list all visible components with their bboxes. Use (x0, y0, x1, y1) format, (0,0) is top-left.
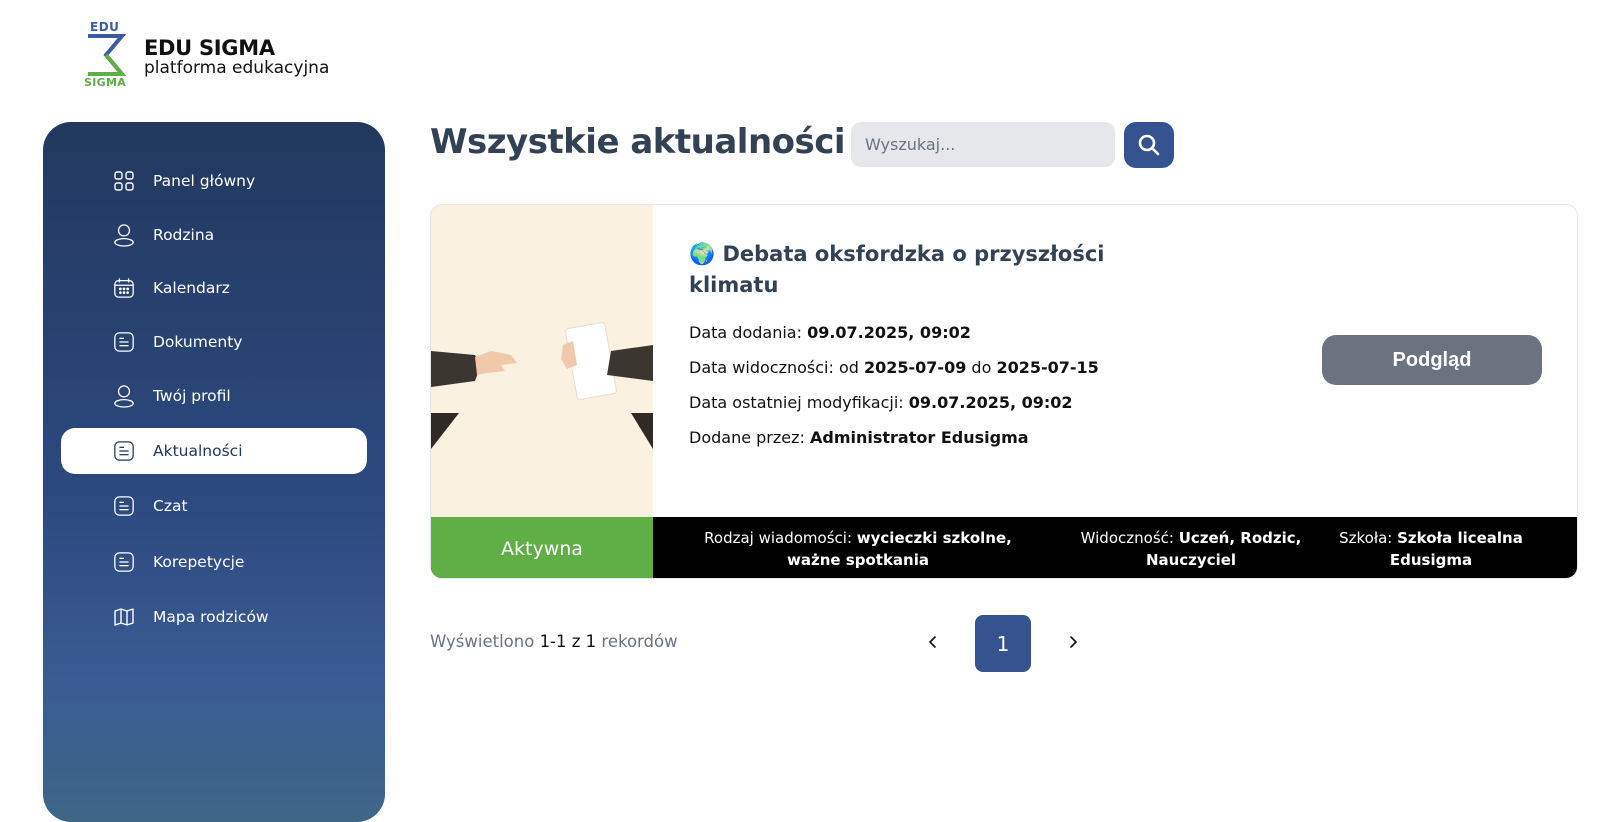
sidebar: Panel główny Rodzina Kalendarz Dokumenty… (43, 122, 385, 822)
sidebar-item-label: Twój profil (153, 387, 231, 405)
news-image (431, 205, 653, 517)
sidebar-item-kalendarz[interactable]: Kalendarz (61, 265, 367, 311)
sidebar-item-label: Korepetycje (153, 553, 245, 571)
preview-button[interactable]: Podgląd (1322, 335, 1542, 385)
sidebar-item-label: Aktualności (153, 442, 243, 460)
news-visibility: Widoczność: Uczeń, Rodzic, Nauczyciel (1080, 528, 1302, 569)
sidebar-item-label: Dokumenty (153, 333, 243, 351)
logo-mark-bottom: SIGMA (84, 76, 127, 89)
brand-logo[interactable]: EDU SIGMA EDU SIGMA platforma edukacyjna (84, 18, 329, 92)
search-input[interactable] (851, 122, 1115, 167)
chevron-right-icon (1070, 636, 1078, 648)
document-icon (113, 439, 135, 463)
document-icon (113, 550, 135, 574)
chevron-left-icon (928, 636, 936, 648)
sidebar-item-panel-glowny[interactable]: Panel główny (61, 158, 367, 204)
brand-title: EDU SIGMA (144, 36, 275, 60)
sidebar-item-label: Panel główny (153, 172, 256, 190)
news-visibility-dates: Data widoczności: od 2025-07-09 do 2025-… (689, 358, 1099, 377)
document-icon (113, 330, 135, 354)
news-school: Szkoła: Szkoła licealna Edusigma (1339, 528, 1523, 569)
sigma-logo-icon: EDU SIGMA (84, 18, 128, 92)
calendar-icon (113, 276, 135, 300)
news-card: 🌍 Debata oksfordzka o przyszłości klimat… (430, 204, 1578, 579)
sidebar-item-label: Kalendarz (153, 279, 230, 297)
news-footer: Aktywna Rodzaj wiadomości: wycieczki szk… (431, 517, 1577, 578)
sidebar-item-czat[interactable]: Czat (61, 483, 367, 529)
sidebar-item-korepetycje[interactable]: Korepetycje (61, 539, 367, 585)
user-icon (113, 384, 135, 408)
news-added-date: Data dodania: 09.07.2025, 09:02 (689, 323, 971, 342)
next-page-button[interactable] (1063, 632, 1083, 652)
records-summary: Wyświetlono 1-1 z 1 rekordów (430, 632, 678, 651)
brand-subtitle: platforma edukacyjna (144, 58, 330, 78)
previous-page-button[interactable] (923, 632, 943, 652)
map-icon (113, 605, 135, 629)
news-title[interactable]: 🌍 Debata oksfordzka o przyszłości klimat… (689, 239, 1129, 301)
sidebar-item-dokumenty[interactable]: Dokumenty (61, 319, 367, 365)
news-type: Rodzaj wiadomości: wycieczki szkolne, wa… (704, 528, 1012, 569)
sidebar-item-twoj-profil[interactable]: Twój profil (61, 373, 367, 419)
sidebar-item-label: Rodzina (153, 226, 215, 244)
status-badge: Aktywna (431, 517, 653, 578)
user-icon (113, 223, 135, 247)
sidebar-item-label: Mapa rodziców (153, 608, 269, 626)
search-button[interactable] (1124, 122, 1174, 168)
search-icon (1138, 134, 1160, 156)
sidebar-item-mapa-rodzicow[interactable]: Mapa rodziców (61, 594, 367, 640)
news-author: Dodane przez: Administrator Edusigma (689, 428, 1029, 447)
sidebar-item-label: Czat (153, 497, 188, 515)
page-title: Wszystkie aktualności (430, 122, 846, 162)
sidebar-item-aktualnosci[interactable]: Aktualności (61, 428, 367, 474)
grid-icon (113, 169, 135, 193)
sidebar-item-rodzina[interactable]: Rodzina (61, 212, 367, 258)
news-modified-date: Data ostatniej modyfikacji: 09.07.2025, … (689, 393, 1073, 412)
logo-mark-top: EDU (90, 20, 120, 34)
page-number-button[interactable]: 1 (975, 615, 1031, 672)
document-icon (113, 494, 135, 518)
